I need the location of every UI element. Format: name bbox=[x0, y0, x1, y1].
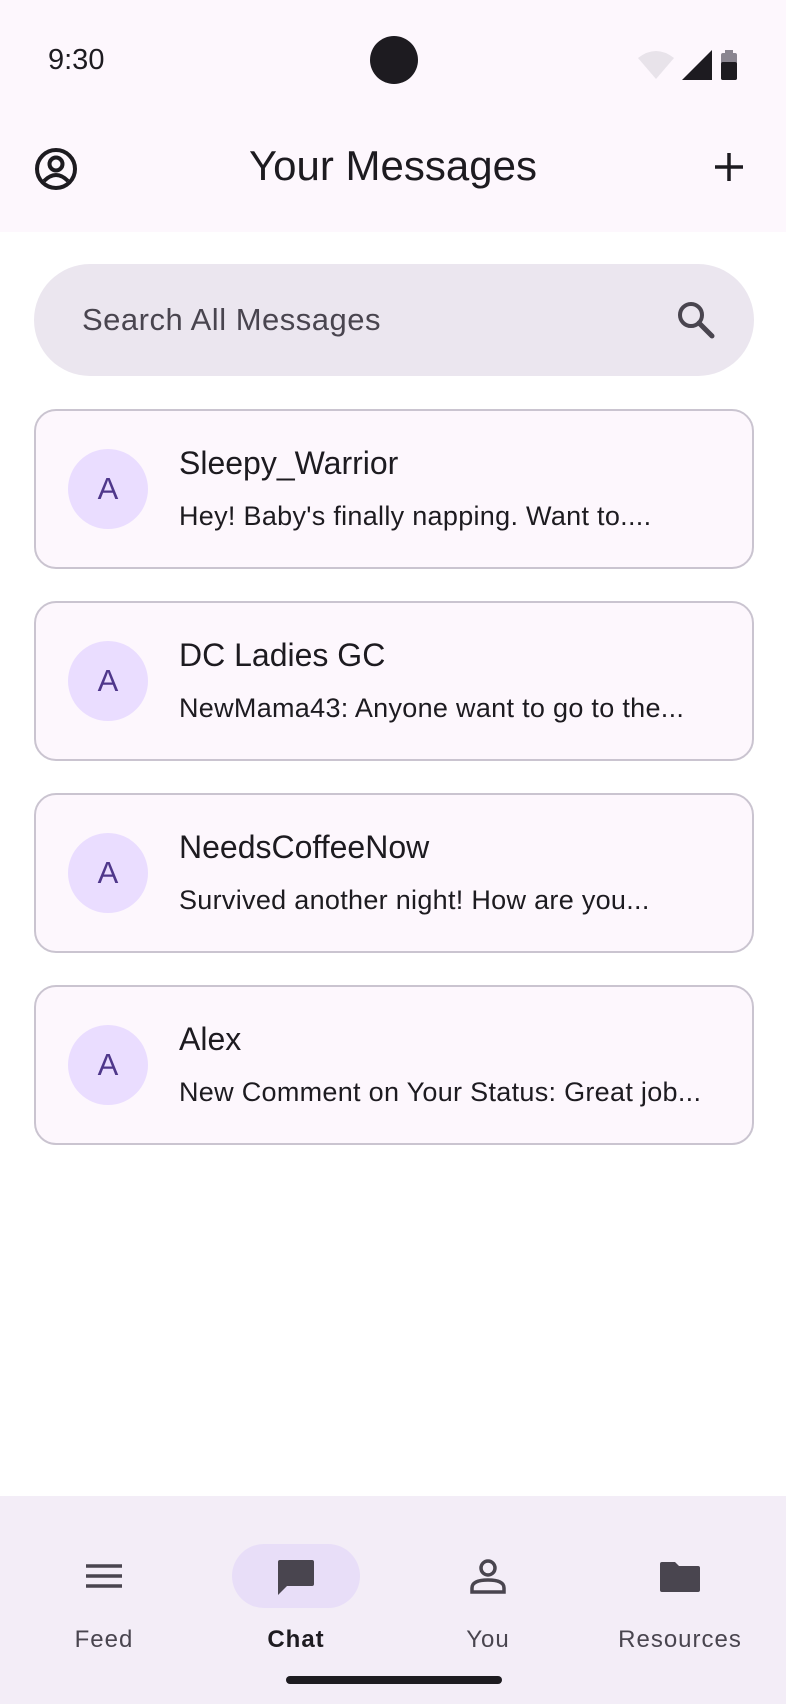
conversation-item-sleepy-warrior[interactable]: A Sleepy_Warrior Hey! Baby's finally nap… bbox=[34, 409, 754, 569]
search-bar bbox=[34, 264, 754, 376]
nav-item-chat[interactable]: Chat bbox=[200, 1520, 392, 1660]
conversation-preview: New Comment on Your Status: Great job... bbox=[179, 1077, 702, 1107]
avatar: A bbox=[68, 833, 148, 913]
battery-icon bbox=[721, 50, 737, 80]
camera-cutout bbox=[370, 36, 418, 84]
person-icon bbox=[470, 1559, 506, 1594]
avatar: A bbox=[68, 449, 148, 529]
new-message-button[interactable] bbox=[710, 148, 748, 186]
conversation-name: DC Ladies GC bbox=[179, 637, 386, 673]
plus-icon bbox=[715, 153, 743, 181]
status-bar: 9:30 bbox=[0, 0, 786, 120]
nav-label: Chat bbox=[267, 1626, 325, 1653]
conversation-preview: Survived another night! How are you... bbox=[179, 885, 650, 915]
chat-icon bbox=[278, 1560, 314, 1595]
menu-icon bbox=[86, 1564, 122, 1588]
conversation-name: Alex bbox=[179, 1021, 242, 1057]
nav-item-resources[interactable]: Resources bbox=[584, 1520, 776, 1660]
folder-icon bbox=[660, 1562, 700, 1592]
conversation-item-alex[interactable]: A Alex New Comment on Your Status: Great… bbox=[34, 985, 754, 1145]
conversation-item-dc-ladies-gc[interactable]: A DC Ladies GC NewMama43: Anyone want to… bbox=[34, 601, 754, 761]
avatar: A bbox=[68, 1025, 148, 1105]
home-indicator[interactable] bbox=[286, 1676, 502, 1684]
search-button[interactable] bbox=[674, 298, 718, 342]
conversation-preview: Hey! Baby's finally napping. Want to.... bbox=[179, 501, 652, 531]
top-app-bar: Your Messages bbox=[0, 120, 786, 232]
nav-label: You bbox=[466, 1626, 510, 1653]
conversation-preview: NewMama43: Anyone want to go to the... bbox=[179, 693, 685, 723]
avatar: A bbox=[68, 641, 148, 721]
nav-item-you[interactable]: You bbox=[392, 1520, 584, 1660]
page-title: Your Messages bbox=[249, 142, 537, 189]
cellular-signal-icon bbox=[682, 50, 712, 80]
status-time: 9:30 bbox=[48, 44, 105, 76]
nav-label: Resources bbox=[618, 1626, 742, 1653]
search-icon bbox=[678, 302, 715, 339]
status-icons bbox=[638, 50, 738, 80]
conversation-name: Sleepy_Warrior bbox=[179, 445, 399, 481]
conversation-name: NeedsCoffeeNow bbox=[179, 829, 430, 865]
search-input[interactable] bbox=[82, 264, 642, 376]
nav-item-feed[interactable]: Feed bbox=[8, 1520, 200, 1660]
conversation-item-needscoffeenow[interactable]: A NeedsCoffeeNow Survived another night!… bbox=[34, 793, 754, 953]
nav-label: Feed bbox=[74, 1626, 134, 1653]
bottom-navigation: Feed Chat You Resources bbox=[0, 1496, 786, 1704]
wifi-icon bbox=[638, 51, 674, 79]
